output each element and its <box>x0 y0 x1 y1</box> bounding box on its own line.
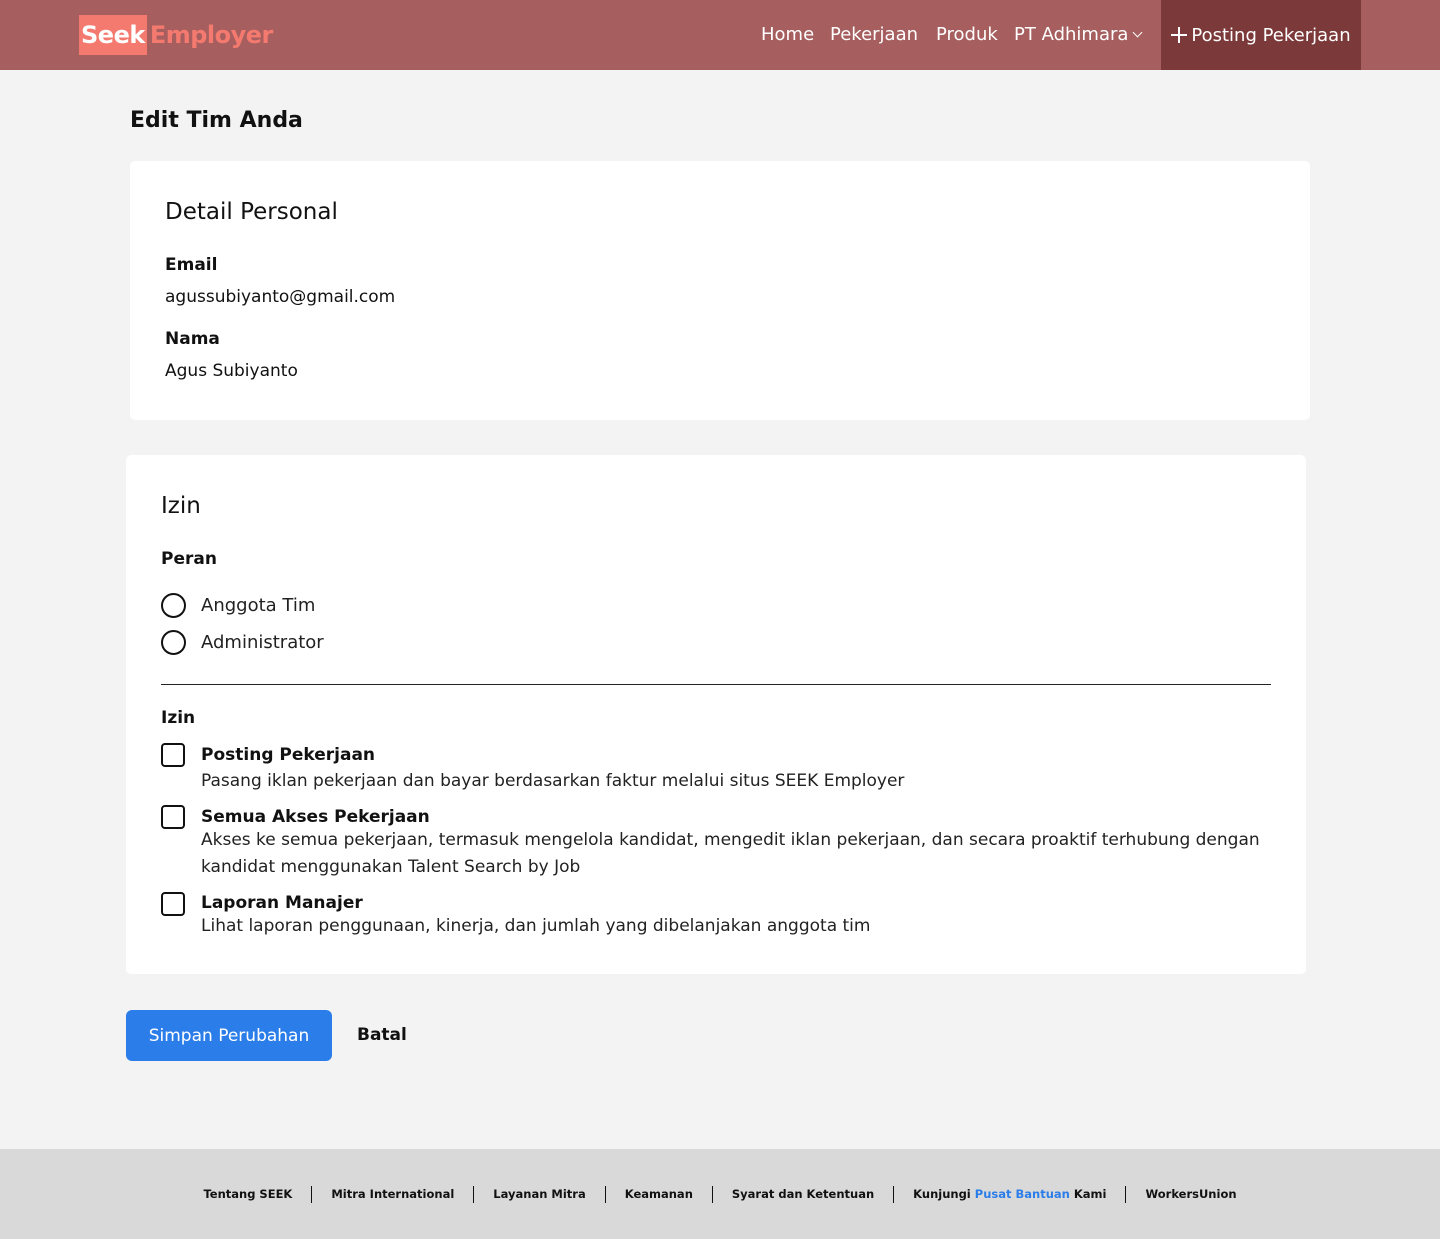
seek-employer-logo[interactable]: Seek Employer <box>79 15 273 55</box>
footer-link-keamanan[interactable]: Keamanan <box>604 1186 712 1203</box>
radio-anggota-tim[interactable] <box>161 593 186 618</box>
footer-help-center: Kunjungi Pusat Bantuan Kami <box>893 1186 1125 1203</box>
cancel-button[interactable]: Batal <box>357 1025 407 1045</box>
name-value: Agus Subiyanto <box>165 361 298 381</box>
perm-title-semua-akses[interactable]: Semua Akses Pekerjaan <box>201 807 430 827</box>
footer-link-layanan-mitra[interactable]: Layanan Mitra <box>473 1186 604 1203</box>
company-name: PT Adhimara <box>1014 24 1129 45</box>
radio-label-administrator[interactable]: Administrator <box>201 632 324 653</box>
plus-icon <box>1171 27 1188 43</box>
email-label: Email <box>165 255 218 275</box>
footer-link-workersunion[interactable]: WorkersUnion <box>1125 1186 1255 1203</box>
perm-title-posting-pekerjaan[interactable]: Posting Pekerjaan <box>201 745 375 765</box>
post-job-label: Posting Pekerjaan <box>1191 24 1351 46</box>
radio-label-anggota-tim[interactable]: Anggota Tim <box>201 595 315 616</box>
page-title: Edit Tim Anda <box>130 108 303 133</box>
help-pre: Kunjungi <box>913 1187 971 1201</box>
nav-produk[interactable]: Produk <box>936 24 998 45</box>
name-label: Nama <box>165 329 220 349</box>
perm-desc-semua-akses: Akses ke semua pekerjaan, termasuk menge… <box>201 830 1260 877</box>
footer-link-mitra-international[interactable]: Mitra International <box>311 1186 473 1203</box>
footer-link-syarat[interactable]: Syarat dan Ketentuan <box>711 1186 893 1203</box>
checkbox-laporan-manajer[interactable] <box>161 892 185 916</box>
nav-pekerjaan[interactable]: Pekerjaan <box>830 24 918 45</box>
role-label: Peran <box>161 549 217 569</box>
footer: Tentang SEEK Mitra International Layanan… <box>0 1149 1440 1239</box>
chevron-down-icon <box>1132 27 1143 38</box>
email-value: agussubiyanto@gmail.com <box>165 287 396 307</box>
perm-title-laporan-manajer[interactable]: Laporan Manajer <box>201 893 363 913</box>
divider <box>161 684 1271 685</box>
footer-links: Tentang SEEK Mitra International Layanan… <box>0 1186 1440 1203</box>
permissions-card: Izin Peran Anggota Tim Administrator Izi… <box>126 455 1306 974</box>
help-post: Kami <box>1073 1187 1107 1201</box>
permission-label: Izin <box>161 708 196 728</box>
checkbox-posting-pekerjaan[interactable] <box>161 743 185 767</box>
save-changes-button[interactable]: Simpan Perubahan <box>126 1010 332 1061</box>
perm-desc-laporan-manajer: Lihat laporan penggunaan, kinerja, dan j… <box>201 916 871 936</box>
permissions-title: Izin <box>161 493 201 519</box>
radio-administrator[interactable] <box>161 630 186 655</box>
personal-details-card: Detail Personal Email agussubiyanto@gmai… <box>130 161 1310 420</box>
top-navbar: Seek Employer Home Pekerjaan Produk PT A… <box>0 0 1440 70</box>
post-job-button[interactable]: Posting Pekerjaan <box>1161 0 1361 70</box>
checkbox-semua-akses[interactable] <box>161 805 185 829</box>
nav-home[interactable]: Home <box>761 24 814 45</box>
logo-employer: Employer <box>149 21 274 49</box>
footer-link-tentang[interactable]: Tentang SEEK <box>184 1186 311 1203</box>
logo-seek: Seek <box>79 15 147 55</box>
help-center-link[interactable]: Pusat Bantuan <box>975 1187 1070 1201</box>
perm-desc-posting-pekerjaan: Pasang iklan pekerjaan dan bayar berdasa… <box>201 771 905 791</box>
personal-details-title: Detail Personal <box>165 199 338 225</box>
nav-company-dropdown[interactable]: PT Adhimara <box>1014 24 1143 45</box>
